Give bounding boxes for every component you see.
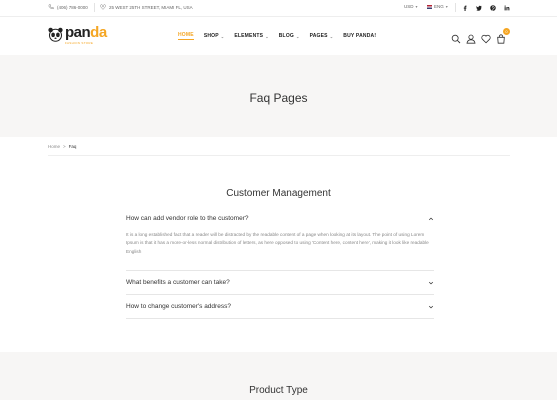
faq-item-expanded: How can add vendor role to the customer?… bbox=[126, 215, 434, 256]
site-header: panda FASHION STORE HOME SHOP ⌄ ELEMENTS ⌄… bbox=[0, 17, 557, 55]
chevron-down-icon: ⌄ bbox=[265, 33, 269, 39]
us-flag-icon bbox=[427, 4, 432, 9]
cart-button[interactable]: 0 bbox=[496, 28, 510, 44]
faq-question: How to change customer's address? bbox=[126, 303, 231, 310]
section-title-product-type: Product Type bbox=[249, 385, 308, 396]
nav-item-shop[interactable]: SHOP ⌄ bbox=[204, 32, 225, 40]
nav-item-buy-panda[interactable]: BUY PANDA! bbox=[343, 32, 376, 40]
search-icon[interactable] bbox=[451, 31, 461, 44]
wishlist-heart-icon[interactable] bbox=[481, 31, 491, 44]
chevron-down-icon: ⌄ bbox=[329, 33, 334, 39]
location-pin-icon bbox=[100, 4, 106, 10]
chevron-down-icon bbox=[428, 305, 434, 308]
faq-question: What benefits a customer can take? bbox=[126, 279, 230, 286]
section-title-customer-management: Customer Management bbox=[226, 188, 331, 199]
chevron-down-icon: ⌄ bbox=[220, 33, 225, 39]
nav-item-elements[interactable]: ELEMENTS ⌄ bbox=[234, 32, 268, 40]
breadcrumb: Home > Faq bbox=[48, 144, 76, 149]
nav-item-home[interactable]: HOME bbox=[178, 32, 194, 40]
cart-count-badge: 0 bbox=[503, 28, 510, 35]
chevron-down-icon: ▾ bbox=[415, 4, 418, 9]
faq-question-toggle[interactable]: How can add vendor role to the customer? bbox=[126, 215, 434, 222]
site-logo[interactable]: panda FASHION STORE bbox=[48, 24, 107, 45]
nav-item-pages[interactable]: PAGES ⌄ bbox=[310, 32, 334, 40]
phone-icon bbox=[48, 4, 54, 10]
faq-question-toggle[interactable]: How to change customer's address? bbox=[126, 303, 434, 310]
logo-tagline: FASHION STORE bbox=[65, 41, 94, 45]
faq-question-toggle[interactable]: What benefits a customer can take? bbox=[126, 279, 434, 286]
address-contact[interactable]: 25 WEST 25TH STREET, MIAMI FL, USA bbox=[100, 4, 193, 10]
currency-selector[interactable]: USD ▾ bbox=[404, 4, 418, 9]
logo-wordmark: panda bbox=[65, 24, 107, 41]
breadcrumb-home-link[interactable]: Home bbox=[48, 144, 60, 149]
top-bar: (406) 786-0000 25 WEST 25TH STREET, MIAM… bbox=[0, 0, 557, 17]
faq-item: What benefits a customer can take? bbox=[126, 279, 434, 286]
chevron-down-icon bbox=[428, 281, 434, 284]
language-selector[interactable]: ENG ▾ bbox=[427, 4, 448, 9]
currency-value: USD bbox=[404, 4, 414, 9]
divider bbox=[126, 270, 434, 271]
user-account-icon[interactable] bbox=[466, 31, 476, 44]
divider bbox=[126, 318, 434, 319]
faq-question: How can add vendor role to the customer? bbox=[126, 215, 249, 222]
chevron-down-icon: ▾ bbox=[445, 4, 448, 9]
chevron-up-icon bbox=[428, 217, 434, 220]
facebook-icon[interactable] bbox=[461, 4, 469, 12]
divider bbox=[94, 3, 95, 12]
pinterest-icon[interactable] bbox=[489, 4, 497, 12]
faq-item: How to change customer's address? bbox=[126, 303, 434, 310]
shopping-bag-icon bbox=[497, 34, 505, 44]
phone-number: (406) 786-0000 bbox=[57, 4, 88, 10]
main-nav: HOME SHOP ⌄ ELEMENTS ⌄ BLOG ⌄ PAGES ⌄ BUY PA… bbox=[178, 32, 376, 40]
panda-logo-icon bbox=[48, 27, 63, 42]
chevron-down-icon: ⌄ bbox=[296, 33, 300, 39]
phone-contact[interactable]: (406) 786-0000 bbox=[48, 4, 88, 10]
divider bbox=[126, 294, 434, 295]
breadcrumb-separator: > bbox=[63, 144, 66, 149]
breadcrumb-current: Faq bbox=[68, 144, 77, 149]
twitter-icon[interactable] bbox=[475, 4, 483, 12]
linkedin-icon[interactable] bbox=[503, 4, 511, 12]
language-value: ENG bbox=[434, 4, 444, 9]
nav-item-blog[interactable]: BLOG ⌄ bbox=[279, 32, 300, 40]
divider bbox=[455, 3, 456, 12]
divider bbox=[48, 155, 510, 156]
faq-answer: It is a long established fact that a rea… bbox=[126, 232, 429, 254]
address-text: 25 WEST 25TH STREET, MIAMI FL, USA bbox=[109, 4, 193, 10]
page-title: Faq Pages bbox=[249, 91, 308, 105]
